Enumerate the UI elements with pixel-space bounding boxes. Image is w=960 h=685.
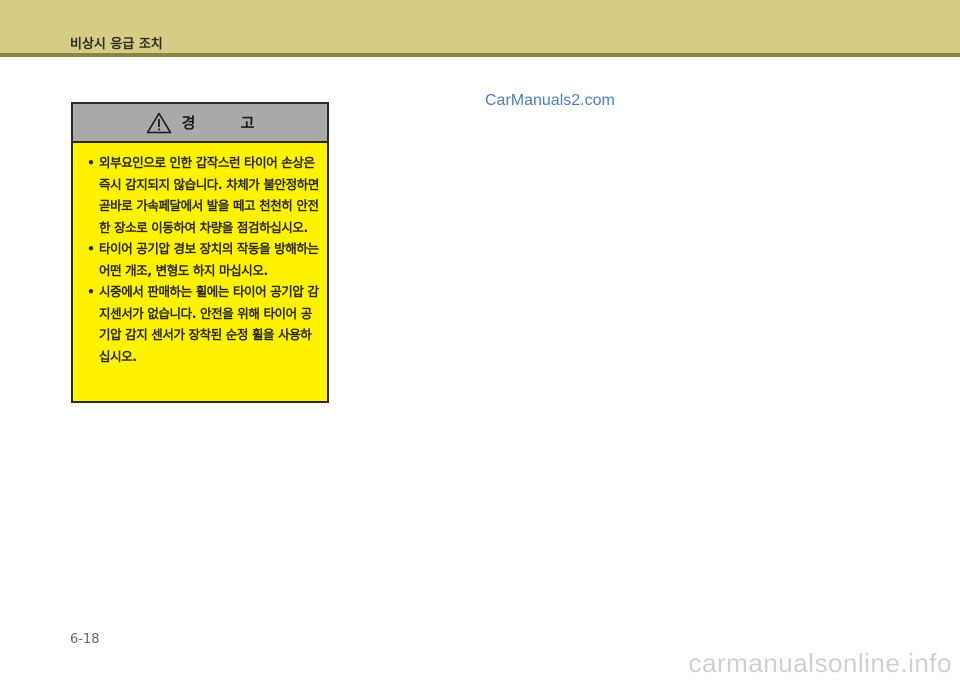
bullet-icon: • — [87, 155, 95, 170]
warning-list: • 외부요인으로 인한 갑작스런 타이어 손상은 즉시 감지되지 않습니다. 차… — [73, 143, 327, 367]
warning-item-text: 타이어 공기압 경보 장치의 작동을 방해하는 어떤 개조, 변형도 하지 마십… — [99, 241, 319, 278]
warning-item: • 타이어 공기압 경보 장치의 작동을 방해하는 어떤 개조, 변형도 하지 … — [85, 238, 319, 281]
warning-item: • 시중에서 판매하는 휠에는 타이어 공기압 감지센서가 없습니다. 안전을 … — [85, 281, 319, 367]
warning-title: 경 고 — [181, 114, 275, 132]
page-number: 6-18 — [70, 632, 100, 647]
carmanuals-watermark: CarManuals2.com — [485, 92, 615, 109]
warning-header: 경 고 — [73, 104, 327, 143]
bullet-icon: • — [87, 284, 95, 299]
section-title: 비상시 응급 조치 — [70, 37, 163, 52]
header-rule — [0, 53, 960, 57]
warning-triangle-icon — [146, 112, 171, 133]
warning-box: 경 고 • 외부요인으로 인한 갑작스런 타이어 손상은 즉시 감지되지 않습니… — [71, 102, 329, 403]
warning-item-text: 외부요인으로 인한 갑작스런 타이어 손상은 즉시 감지되지 않습니다. 차체가… — [99, 155, 319, 235]
bullet-icon: • — [87, 241, 95, 256]
warning-item-text: 시중에서 판매하는 휠에는 타이어 공기압 감지센서가 없습니다. 안전을 위해… — [99, 284, 319, 364]
site-watermark: carmanualsonline.info — [688, 648, 952, 678]
warning-item: • 외부요인으로 인한 갑작스런 타이어 손상은 즉시 감지되지 않습니다. 차… — [85, 152, 319, 238]
